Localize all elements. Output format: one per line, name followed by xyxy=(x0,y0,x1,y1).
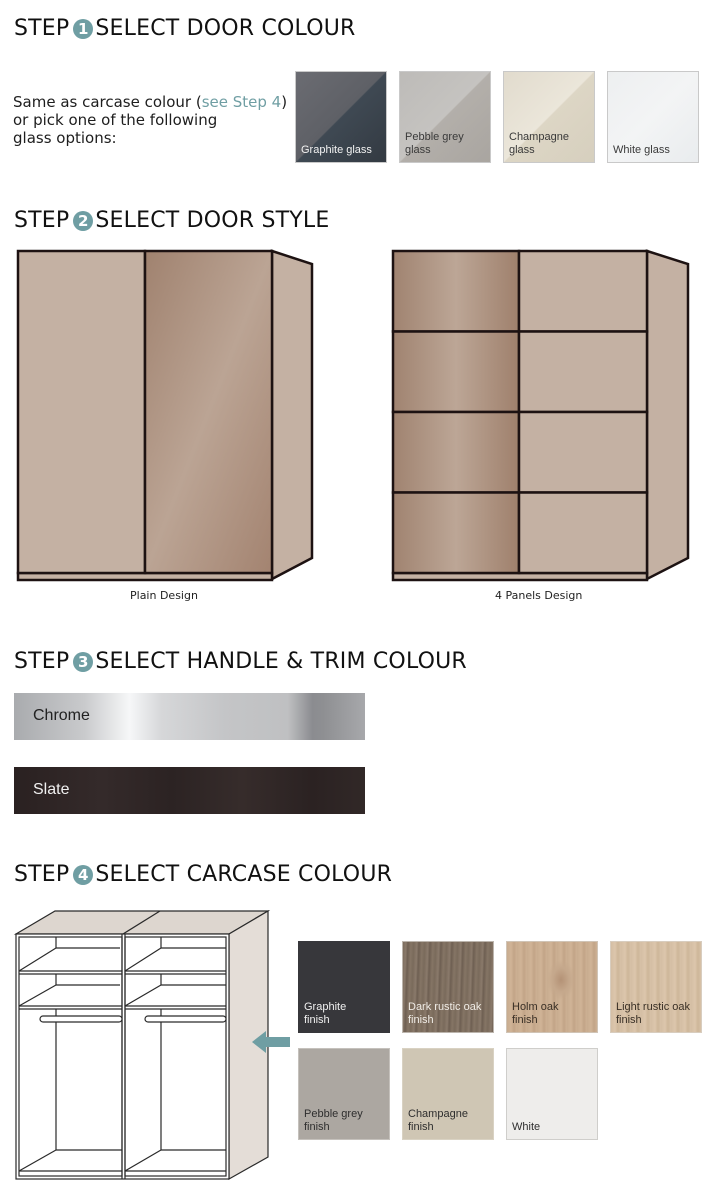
swatch-label: Graphite xyxy=(304,1001,347,1013)
swatch-label-line2: finish xyxy=(408,1121,434,1133)
four-panels-design-wardrobe[interactable] xyxy=(380,240,710,585)
swatch-champagne-finish[interactable]: Champagne finish xyxy=(402,1048,494,1140)
panel-left-4 xyxy=(391,491,521,575)
panel-left-2 xyxy=(391,330,521,414)
step-2-prefix: STEP xyxy=(14,208,70,233)
panel-right-2 xyxy=(517,330,649,414)
swatch-label-line2: finish xyxy=(304,1014,330,1026)
swatch-champagne-glass[interactable]: Champagne glass xyxy=(503,71,595,163)
door-left-plain xyxy=(16,249,147,575)
step-3-number-badge: 3 xyxy=(73,651,94,672)
swatch-label: Graphite glass xyxy=(301,144,372,156)
panel-right-4 xyxy=(517,491,649,575)
step-4-prefix: STEP xyxy=(14,862,70,887)
swatch-graphite-finish[interactable]: Graphite finish xyxy=(298,941,390,1033)
panel-left-1 xyxy=(391,249,521,333)
panel-right-1 xyxy=(517,249,649,333)
panel-right-3 xyxy=(517,410,649,494)
swatch-label-line2: finish xyxy=(512,1014,538,1026)
intro-line-3: glass options: xyxy=(13,129,117,147)
swatch-light-rustic-oak-finish[interactable]: Light rustic oak finish xyxy=(610,941,702,1033)
intro-text: Same as carcase colour ( xyxy=(13,93,202,111)
wardrobe-side-panel xyxy=(645,249,690,582)
step-1-prefix: STEP xyxy=(14,16,70,41)
intro-line-2: or pick one of the following xyxy=(13,111,218,129)
swatch-label: White xyxy=(512,1121,541,1133)
swatch-label: Dark rustic oak xyxy=(408,1001,482,1013)
slate-label: Slate xyxy=(33,781,70,798)
door-colour-intro: Same as carcase colour (see Step 4) or p… xyxy=(13,93,287,147)
swatch-label: White glass xyxy=(613,144,670,156)
swatch-label-line2: finish xyxy=(408,1014,434,1026)
door-right-gloss xyxy=(143,249,274,575)
chrome-label: Chrome xyxy=(33,707,90,724)
step-4-number-badge: 4 xyxy=(73,864,94,885)
swatch-pebble-grey-finish[interactable]: Pebble grey finish xyxy=(298,1048,390,1140)
handle-option-chrome[interactable]: Chrome xyxy=(14,693,365,740)
arrow-left-icon xyxy=(252,1031,290,1053)
wardrobe-side-panel xyxy=(270,249,314,582)
plain-design-wardrobe[interactable] xyxy=(0,240,330,585)
swatch-pebble-grey-glass[interactable]: Pebble grey glass xyxy=(399,71,491,163)
swatch-label-line2: glass xyxy=(509,144,535,156)
swatch-holm-oak-finish[interactable]: Holm oak finish xyxy=(506,941,598,1033)
swatch-graphite-glass[interactable]: Graphite glass xyxy=(295,71,387,163)
step-1-title: SELECT DOOR COLOUR xyxy=(95,16,356,41)
step-4-heading: STEP 4 SELECT CARCASE COLOUR xyxy=(14,862,392,887)
swatch-label: Light rustic oak xyxy=(616,1001,690,1013)
swatch-white-finish[interactable]: White xyxy=(506,1048,598,1140)
swatch-label: Pebble grey xyxy=(405,131,464,143)
step-1-heading: STEP 1 SELECT DOOR COLOUR xyxy=(14,16,356,41)
handle-option-slate[interactable]: Slate xyxy=(14,767,365,814)
step-3-title: SELECT HANDLE & TRIM COLOUR xyxy=(95,649,467,674)
step-4-title: SELECT CARCASE COLOUR xyxy=(95,862,393,887)
see-step-4-link[interactable]: see Step 4 xyxy=(202,93,282,111)
swatch-label-line2: finish xyxy=(304,1121,330,1133)
step-2-title: SELECT DOOR STYLE xyxy=(95,208,330,233)
step-2-heading: STEP 2 SELECT DOOR STYLE xyxy=(14,208,329,233)
step-1-number-badge: 1 xyxy=(73,18,94,39)
swatch-label-line2: glass xyxy=(405,144,431,156)
swatch-white-glass[interactable]: White glass xyxy=(607,71,699,163)
intro-text-end: ) xyxy=(281,93,288,111)
panel-left-3 xyxy=(391,410,521,494)
swatch-dark-rustic-oak-finish[interactable]: Dark rustic oak finish xyxy=(402,941,494,1033)
four-panels-design-caption: 4 Panels Design xyxy=(495,589,583,602)
step-3-heading: STEP 3 SELECT HANDLE & TRIM COLOUR xyxy=(14,649,467,674)
step-3-prefix: STEP xyxy=(14,649,70,674)
step-2-number-badge: 2 xyxy=(73,210,94,231)
plain-design-caption: Plain Design xyxy=(130,589,198,602)
swatch-label-line2: finish xyxy=(616,1014,642,1026)
swatch-label: Holm oak xyxy=(512,1001,559,1013)
swatch-label: Champagne xyxy=(509,131,569,143)
swatch-label: Pebble grey xyxy=(304,1108,363,1120)
swatch-label: Champagne xyxy=(408,1108,468,1120)
